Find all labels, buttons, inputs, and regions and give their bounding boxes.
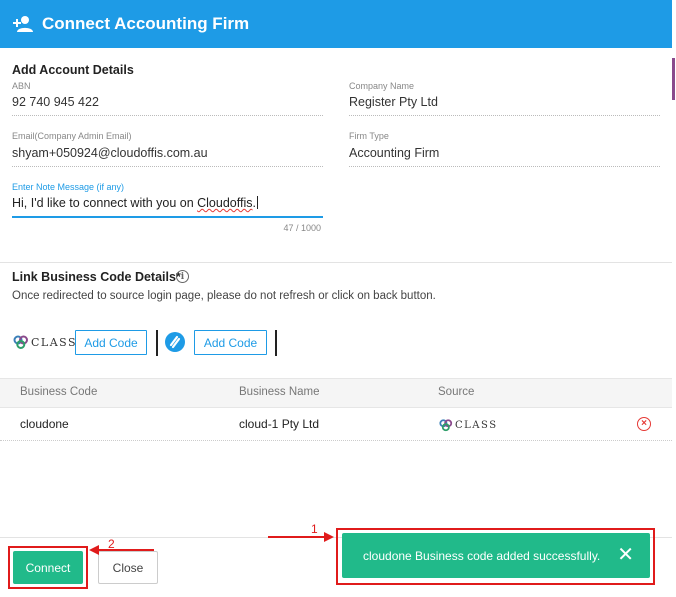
add-account-details-heading: Add Account Details <box>12 63 134 77</box>
separator-1 <box>156 330 158 356</box>
add-code-source-button[interactable]: Add Code <box>194 330 267 355</box>
company-name-field[interactable]: Register Pty Ltd <box>349 95 438 109</box>
note-misspelled-word: Cloudoffis <box>197 196 253 210</box>
firm-type-underline <box>349 166 660 167</box>
cell-source-logo: CLASS <box>439 418 498 432</box>
note-suffix: . <box>252 196 256 210</box>
class-logo-icon <box>13 335 28 349</box>
firm-type-field[interactable]: Accounting Firm <box>349 146 439 160</box>
firm-type-label: Firm Type <box>349 131 389 141</box>
cell-business-code: cloudone <box>20 417 69 431</box>
note-message-input[interactable]: Hi, I'd like to connect with you on Clou… <box>12 196 258 210</box>
person-add-icon <box>12 15 34 33</box>
link-business-code-heading: Link Business Code Details* <box>12 270 181 284</box>
note-underline <box>12 216 323 218</box>
header-business-name: Business Name <box>239 386 320 398</box>
note-char-counter: 47 / 1000 <box>283 223 321 233</box>
separator-2 <box>275 330 277 356</box>
redirect-hint: Once redirected to source login page, pl… <box>12 290 436 302</box>
company-name-label: Company Name <box>349 81 415 91</box>
class-logo-text: CLASS <box>31 335 78 349</box>
remove-row-icon[interactable]: × <box>637 417 651 431</box>
company-name-underline <box>349 115 660 116</box>
section-divider <box>0 262 672 263</box>
header-source: Source <box>438 386 475 398</box>
annotation-box-connect <box>8 546 88 589</box>
email-label: Email(Company Admin Email) <box>12 131 132 141</box>
dialog-header: Connect Accounting Firm <box>0 0 672 48</box>
dialog-title: Connect Accounting Firm <box>42 14 250 33</box>
cell-business-name: cloud-1 Pty Ltd <box>239 417 320 431</box>
email-field[interactable]: shyam+050924@cloudoffis.com.au <box>12 146 208 160</box>
add-code-class-button[interactable]: Add Code <box>75 330 147 355</box>
note-text: Hi, I'd like to connect with you on <box>12 196 198 210</box>
header-business-code: Business Code <box>20 386 98 398</box>
row-divider <box>0 440 672 441</box>
email-underline <box>12 166 323 167</box>
table-header <box>0 378 672 408</box>
annotation-arrow-2 <box>89 545 154 555</box>
text-cursor <box>256 196 258 209</box>
note-label: Enter Note Message (if any) <box>12 182 125 192</box>
class-logo-icon <box>439 419 453 432</box>
scrollbar-thumb[interactable] <box>672 58 675 100</box>
abn-field[interactable]: 92 740 945 422 <box>12 95 99 109</box>
abn-underline <box>12 115 323 116</box>
source-logo-icon <box>165 332 185 352</box>
annotation-arrow-1 <box>268 532 334 542</box>
annotation-box-toast <box>336 528 655 585</box>
cell-source-logo-text: CLASS <box>455 419 498 431</box>
abn-label: ABN <box>12 81 31 91</box>
class-logo: CLASS <box>13 334 77 350</box>
info-icon[interactable]: i <box>176 270 189 283</box>
